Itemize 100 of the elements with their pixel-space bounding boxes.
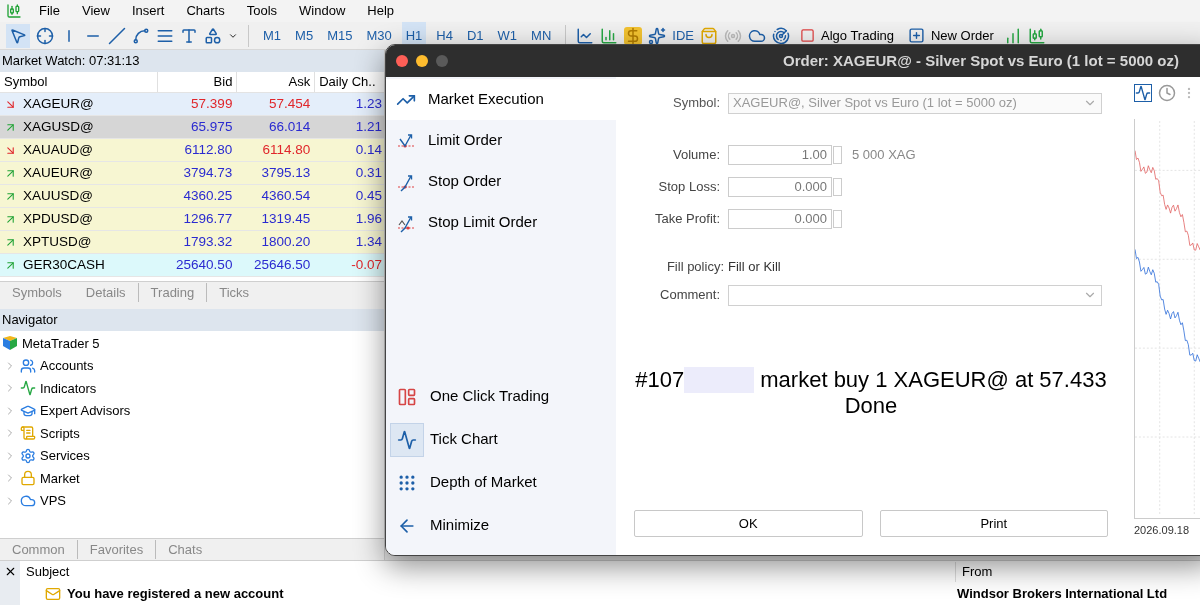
dialog-button[interactable]: OK — [634, 510, 863, 537]
quote-row[interactable]: GER30CASH 25640.50 25646.50 -0.07 — [0, 254, 384, 277]
quote-row[interactable]: XAUEUR@ 3794.73 3795.13 0.31 — [0, 162, 384, 185]
app-logo-icon — [6, 3, 22, 19]
menu-item[interactable]: Insert — [120, 1, 176, 21]
panel-header: Market Watch: 07:31:13 — [0, 50, 384, 72]
message-sender[interactable]: Windsor Brokers International Ltd — [955, 584, 1168, 604]
timeframe-button[interactable]: M1 — [259, 21, 286, 50]
column-header[interactable]: Subject — [20, 562, 955, 582]
order-type-item[interactable]: Stop Limit Order — [386, 202, 616, 243]
tool-item[interactable]: Tick Chart — [386, 418, 616, 461]
ask-cell: 1800.20 — [261, 233, 311, 249]
column-header[interactable]: Bid — [156, 72, 237, 92]
tree-item[interactable]: VPS — [16, 491, 66, 511]
column-header[interactable]: Symbol — [0, 72, 157, 92]
column-header[interactable]: Ask — [236, 72, 315, 92]
menu-item[interactable]: Window — [288, 1, 357, 21]
message-subject[interactable]: You have registered a new account — [67, 584, 284, 604]
bid-cell: 65.975 — [191, 118, 233, 134]
new-order-button[interactable]: New Order — [904, 25, 998, 46]
field-label: Fill policy: — [665, 258, 724, 277]
radar-icon[interactable] — [772, 26, 790, 45]
close-window-button[interactable] — [396, 55, 408, 67]
change-cell: 1.34 — [355, 233, 382, 249]
tool-item[interactable]: One Click Trading — [386, 375, 616, 418]
crosshair-icon[interactable] — [36, 26, 54, 45]
change-cell: -0.07 — [351, 256, 382, 272]
symbol-cell-text: XAGEUR@ — [23, 94, 94, 113]
timeframe-button[interactable]: M5 — [291, 21, 318, 50]
menu-item[interactable]: File — [28, 1, 71, 21]
number-field[interactable]: 0.000 — [728, 177, 832, 197]
menu-item[interactable]: View — [70, 1, 121, 21]
minimize-window-button[interactable] — [416, 55, 428, 67]
quote-row[interactable]: XPTUSD@ 1793.32 1800.20 1.34 — [0, 231, 384, 254]
number-field[interactable]: 0.000 — [728, 209, 832, 229]
quote-row[interactable]: XAUAUD@ 6112.80 6114.80 0.14 — [0, 139, 384, 162]
panel-header: Navigator — [0, 309, 384, 331]
ide-button[interactable]: IDE — [672, 25, 694, 46]
tree-item[interactable]: MetaTrader 5 — [0, 332, 384, 355]
symbol-cell-text: XAUUSD@ — [23, 186, 93, 205]
candlestick-icon[interactable] — [1027, 26, 1046, 45]
tree-item[interactable]: Scripts — [16, 423, 80, 443]
trend-line-icon[interactable] — [108, 26, 126, 45]
quote-row[interactable]: XAUUSD@ 4360.25 4360.54 0.45 — [0, 185, 384, 208]
menu-item[interactable]: Tools — [235, 1, 289, 21]
tree-item[interactable]: Indicators — [16, 378, 97, 398]
axis-date-label: 2026.09.18 — [1134, 523, 1191, 538]
column-header[interactable]: From — [955, 562, 993, 582]
sparkle-icon[interactable] — [648, 26, 667, 45]
cursor-tool-button[interactable] — [6, 23, 30, 48]
menu-item[interactable]: Charts — [175, 1, 236, 21]
fill-policy-value: Fill or Kill — [728, 258, 781, 277]
tree-item[interactable]: Expert Advisors — [16, 401, 131, 421]
bar-chart-icon[interactable] — [600, 26, 619, 45]
line-chart-icon[interactable] — [576, 26, 595, 45]
result-message: market buy 1 XAGEUR@ at 57.433 — [760, 367, 1107, 393]
quote-row[interactable]: XPDUSD@ 1296.77 1319.45 1.96 — [0, 208, 384, 231]
change-cell: 1.96 — [355, 210, 382, 226]
envelope-icon — [45, 586, 61, 602]
bid-cell: 3794.73 — [183, 164, 233, 180]
ask-cell: 25646.50 — [253, 256, 311, 272]
window-title: Order: XAGEUR@ - Silver Spot vs Euro (1 lot = 5000 oz) — [783, 50, 1180, 71]
bid-cell: 25640.50 — [176, 256, 233, 272]
tick-chart-icon[interactable] — [1134, 84, 1152, 102]
users-icon — [20, 357, 36, 374]
field-label: Symbol: — [672, 94, 720, 113]
timeframe-button[interactable]: M30 — [362, 21, 396, 50]
ask-cell: 6114.80 — [262, 141, 311, 157]
change-cell: 0.45 — [355, 187, 382, 203]
order-type-item[interactable]: Market Execution — [386, 79, 616, 120]
dollar-icon[interactable] — [624, 26, 643, 45]
ask-cell: 4360.54 — [261, 187, 311, 203]
tool-item[interactable]: Minimize — [386, 504, 616, 547]
symbol-cell-text: XPTUSD@ — [23, 232, 92, 251]
gear-icon — [20, 447, 36, 464]
order-type-item[interactable]: Stop Order — [386, 161, 616, 202]
dialog-button[interactable]: Print — [879, 510, 1108, 537]
field-label: Comment: — [659, 286, 720, 305]
number-field[interactable]: 1.00 — [728, 145, 832, 165]
text-tool-icon[interactable] — [180, 26, 198, 45]
bid-cell: 57.399 — [191, 95, 233, 111]
symbol-cell-text: XAGUSD@ — [23, 117, 94, 136]
tool-item[interactable]: Depth of Market — [386, 461, 616, 504]
panels-icon — [397, 386, 417, 407]
menu-item[interactable]: Help — [356, 1, 406, 21]
tree-item[interactable]: Accounts — [16, 356, 94, 376]
algo-trading-button[interactable]: Algo Trading — [796, 25, 898, 46]
order-number: #107 — [635, 367, 685, 393]
quote-row[interactable]: XAGEUR@ 57.399 57.454 1.23 — [0, 93, 384, 116]
column-header[interactable]: Daily Ch.. — [314, 72, 384, 92]
quote-row[interactable]: XAGUSD@ 65.975 66.014 1.21 — [0, 116, 384, 139]
clock-icon[interactable] — [1158, 84, 1176, 102]
order-type-item[interactable]: Limit Order — [386, 120, 616, 161]
field-label: Stop Loss: — [657, 178, 720, 197]
symbol-cell-text: XPDUSD@ — [23, 209, 93, 228]
timeframe-button[interactable]: M15 — [323, 21, 357, 50]
tree-item[interactable]: Market — [16, 468, 80, 488]
shapes-icon[interactable] — [204, 26, 222, 45]
tree-item[interactable]: Services — [16, 446, 90, 466]
ask-cell: 1319.45 — [261, 210, 311, 226]
